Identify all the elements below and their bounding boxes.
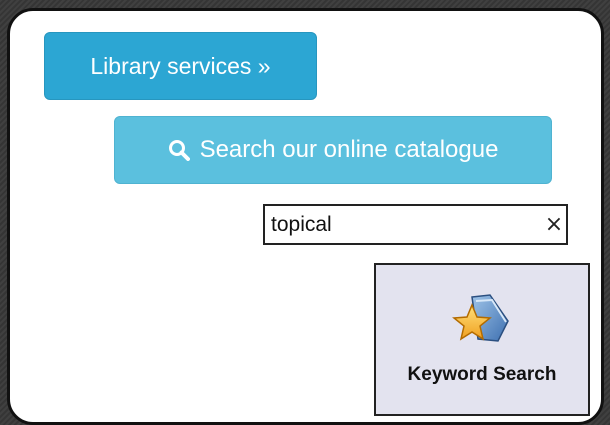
library-services-label: Library services » <box>90 52 271 79</box>
search-catalogue-label: Search our online catalogue <box>199 136 499 163</box>
search-panel: Library services » Search our online cat… <box>7 8 604 425</box>
search-input[interactable] <box>265 206 542 243</box>
clear-icon[interactable]: × <box>542 212 566 237</box>
search-field: × <box>263 204 568 245</box>
library-services-button[interactable]: Library services » <box>44 32 317 100</box>
keyword-search-label: Keyword Search <box>407 364 557 385</box>
search-catalogue-button[interactable]: Search our online catalogue <box>114 116 552 184</box>
screenshot-frame: Library services » Search our online cat… <box>0 0 610 425</box>
search-icon <box>168 139 190 161</box>
keyword-search-button[interactable]: Keyword Search <box>374 263 590 416</box>
star-folder-icon <box>450 291 514 350</box>
